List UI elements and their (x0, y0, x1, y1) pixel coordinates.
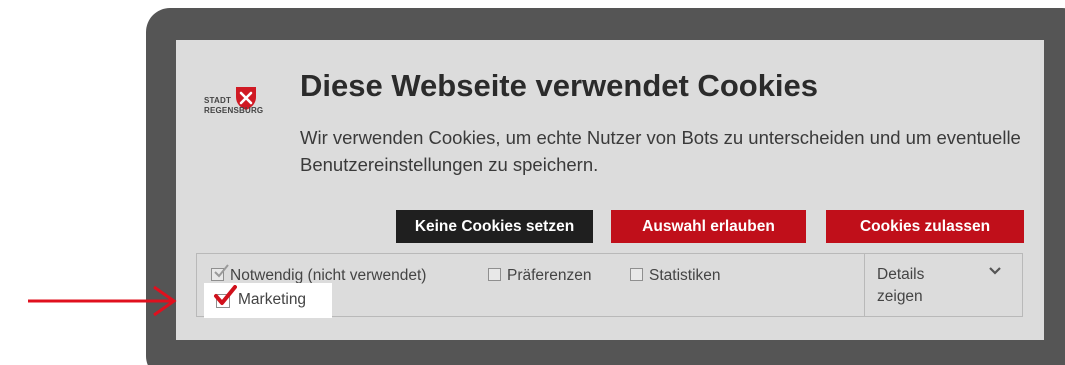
option-preferences[interactable]: Präferenzen (488, 267, 591, 285)
details-label-line2: zeigen (877, 288, 923, 305)
preferences-checkbox[interactable] (488, 268, 501, 281)
check-icon (214, 264, 229, 278)
details-label-line1: Details (877, 266, 925, 283)
statistics-checkbox[interactable] (630, 268, 643, 281)
logo-text-stadt: STADT (204, 96, 232, 105)
dialog-description: Wir verwenden Cookies, um echte Nutzer v… (300, 127, 1021, 175)
allow-selection-button[interactable]: Auswahl erlauben (611, 210, 806, 243)
red-check-icon (214, 285, 237, 305)
annotation-arrow-icon (28, 285, 177, 317)
details-label: Details zeigen (877, 264, 967, 308)
show-details-toggle[interactable]: Details zeigen (864, 254, 1023, 316)
no-cookies-button[interactable]: Keine Cookies setzen (396, 210, 593, 243)
option-marketing[interactable]: Marketing (204, 283, 332, 318)
screenshot-stage: STADT REGENSBURG Diese Webseite verwende… (0, 0, 1065, 365)
necessary-checkbox (211, 264, 229, 281)
dialog-title: Diese Webseite verwendet Cookies (300, 68, 819, 103)
city-logo: STADT REGENSBURG (204, 85, 264, 125)
option-statistics[interactable]: Statistiken (630, 267, 721, 285)
necessary-label: Notwendig (nicht verwendet) (230, 267, 427, 284)
chevron-down-icon (989, 267, 1001, 275)
allow-all-cookies-button[interactable]: Cookies zulassen (826, 210, 1024, 243)
preferences-label: Präferenzen (507, 267, 592, 284)
marketing-label: Marketing (238, 291, 307, 308)
statistics-label: Statistiken (649, 267, 721, 284)
logo-text-city: REGENSBURG (204, 106, 264, 115)
